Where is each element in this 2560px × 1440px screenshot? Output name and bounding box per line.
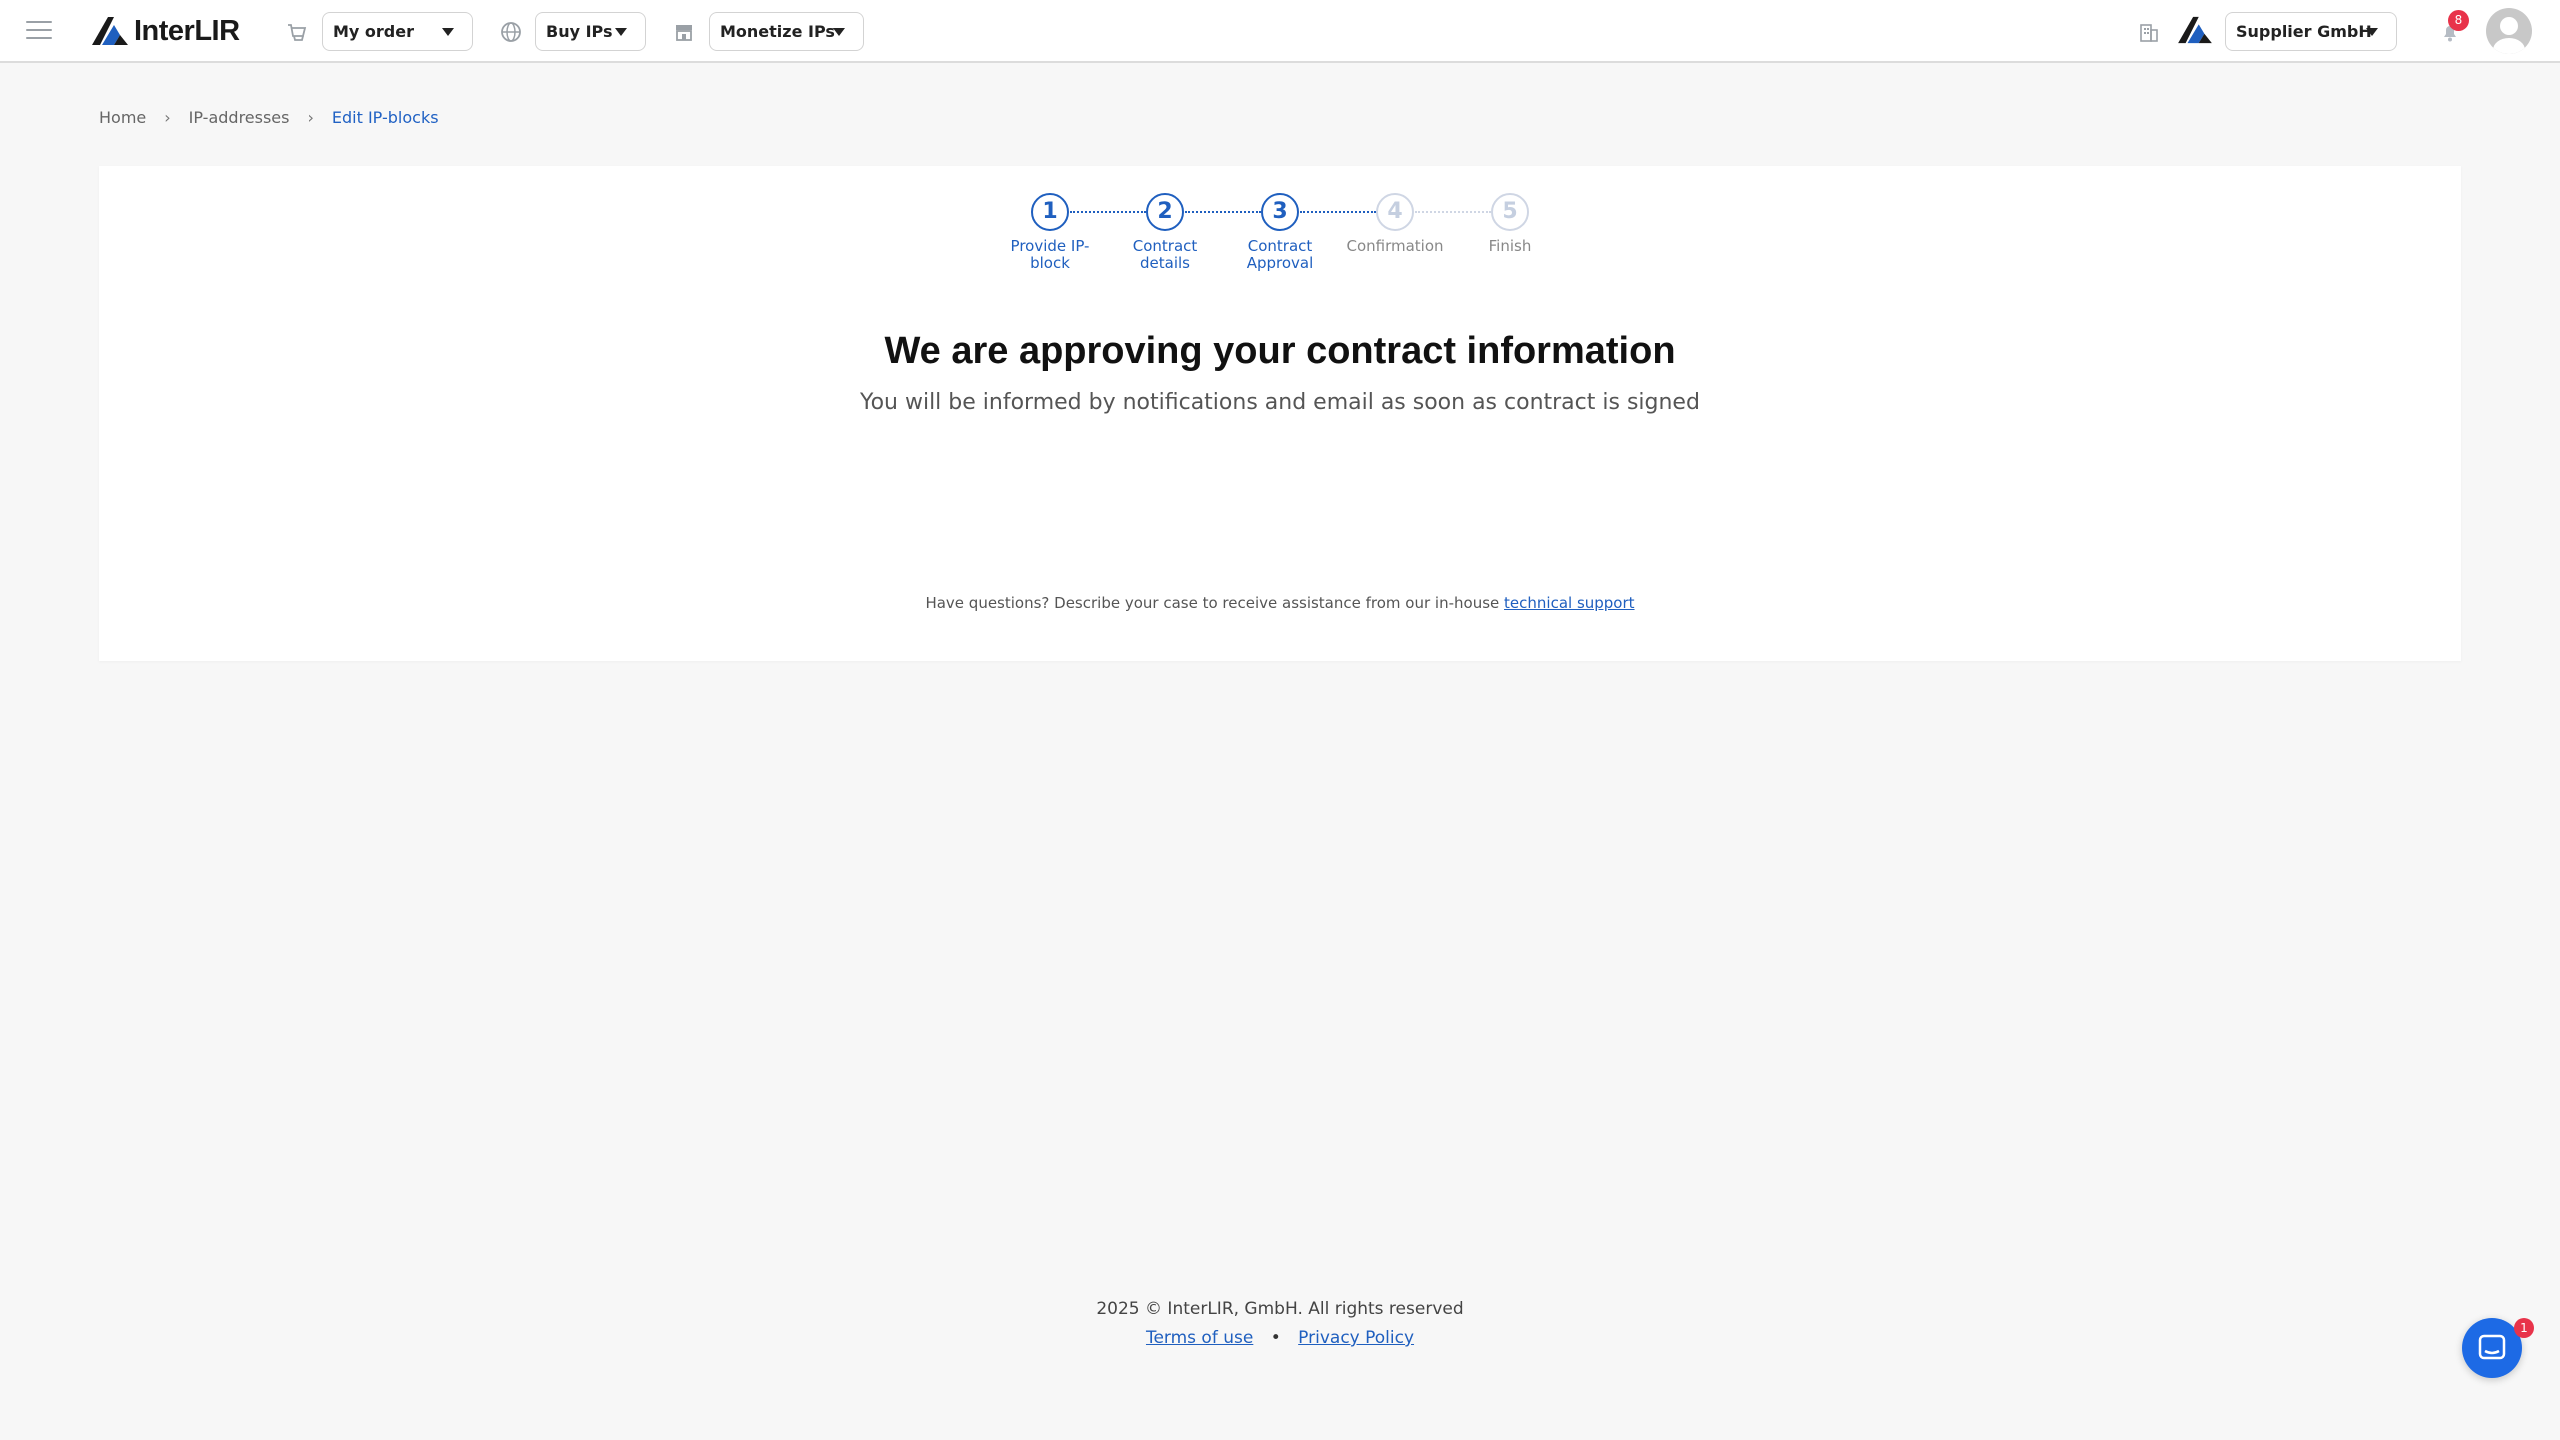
chat-button[interactable] [2462,1318,2522,1378]
step-label: Contract Approval [1246,237,1314,272]
user-icon [2493,17,2525,54]
interlir-logo-icon [92,17,128,45]
support-note: Have questions? Describe your case to re… [0,594,2560,612]
terms-of-use-link[interactable]: Terms of use [1146,1328,1253,1348]
breadcrumb-home[interactable]: Home [99,108,146,127]
logo[interactable]: InterLIR [90,14,240,48]
chevron-right-icon: › [164,108,171,127]
step-4: 4 Confirmation [1340,193,1450,255]
footer-separator: • [1270,1328,1281,1348]
step-2: 2 Contract details [1110,193,1220,272]
globe-icon [501,22,521,42]
breadcrumb-edit-ip-blocks: Edit IP-blocks [331,108,439,127]
store-icon [676,25,692,41]
step-number: 2 [1146,193,1184,231]
building-icon [2140,24,2158,42]
step-label: Provide IP-block [1010,237,1090,272]
my-order-label: My order [333,22,414,41]
breadcrumb-ip-addresses[interactable]: IP-addresses [189,108,290,127]
monetize-ips-label: Monetize IPs [720,22,835,41]
page-title: We are approving your contract informati… [884,330,1676,372]
top-header: InterLIR My order Buy IPs Monetize IPs S… [0,0,2560,63]
step-number: 4 [1376,193,1414,231]
technical-support-link[interactable]: technical support [1504,594,1635,612]
cart-icon [288,24,307,41]
footer-links: Terms of use • Privacy Policy [0,1328,2560,1348]
notification-badge: 8 [2448,10,2469,31]
step-5: 5 Finish [1455,193,1565,255]
step-label: Finish [1488,237,1532,255]
my-order-dropdown[interactable]: My order [322,12,473,51]
chevron-down-icon [833,28,845,36]
buy-ips-label: Buy IPs [546,22,613,41]
monetize-ips-dropdown[interactable]: Monetize IPs [709,12,864,51]
company-logo-icon [2178,16,2212,44]
step-number: 3 [1261,193,1299,231]
chevron-right-icon: › [307,108,314,127]
page-subtitle: You will be informed by notifications an… [860,390,1700,415]
step-1: 1 Provide IP-block [995,193,1105,272]
step-3: 3 Contract Approval [1225,193,1335,272]
company-label: Supplier GmbH [2236,22,2372,41]
chevron-down-icon [2366,28,2378,36]
breadcrumb: Home › IP-addresses › Edit IP-blocks [99,108,439,127]
step-number: 1 [1031,193,1069,231]
avatar[interactable] [2486,8,2532,54]
privacy-policy-link[interactable]: Privacy Policy [1298,1328,1414,1348]
chevron-down-icon [615,28,627,36]
step-label: Confirmation [1346,237,1444,255]
company-dropdown[interactable]: Supplier GmbH [2225,12,2397,51]
step-number: 5 [1491,193,1529,231]
chevron-down-icon [442,28,454,36]
chat-badge: 1 [2514,1318,2534,1338]
buy-ips-dropdown[interactable]: Buy IPs [535,12,646,51]
logo-text: InterLIR [134,14,240,47]
menu-icon[interactable] [26,21,52,41]
footer-copyright: 2025 © InterLIR, GmbH. All rights reserv… [1096,1299,1464,1319]
support-text: Have questions? Describe your case to re… [925,594,1500,612]
chat-icon [2478,1334,2506,1360]
step-label: Contract details [1132,237,1198,272]
